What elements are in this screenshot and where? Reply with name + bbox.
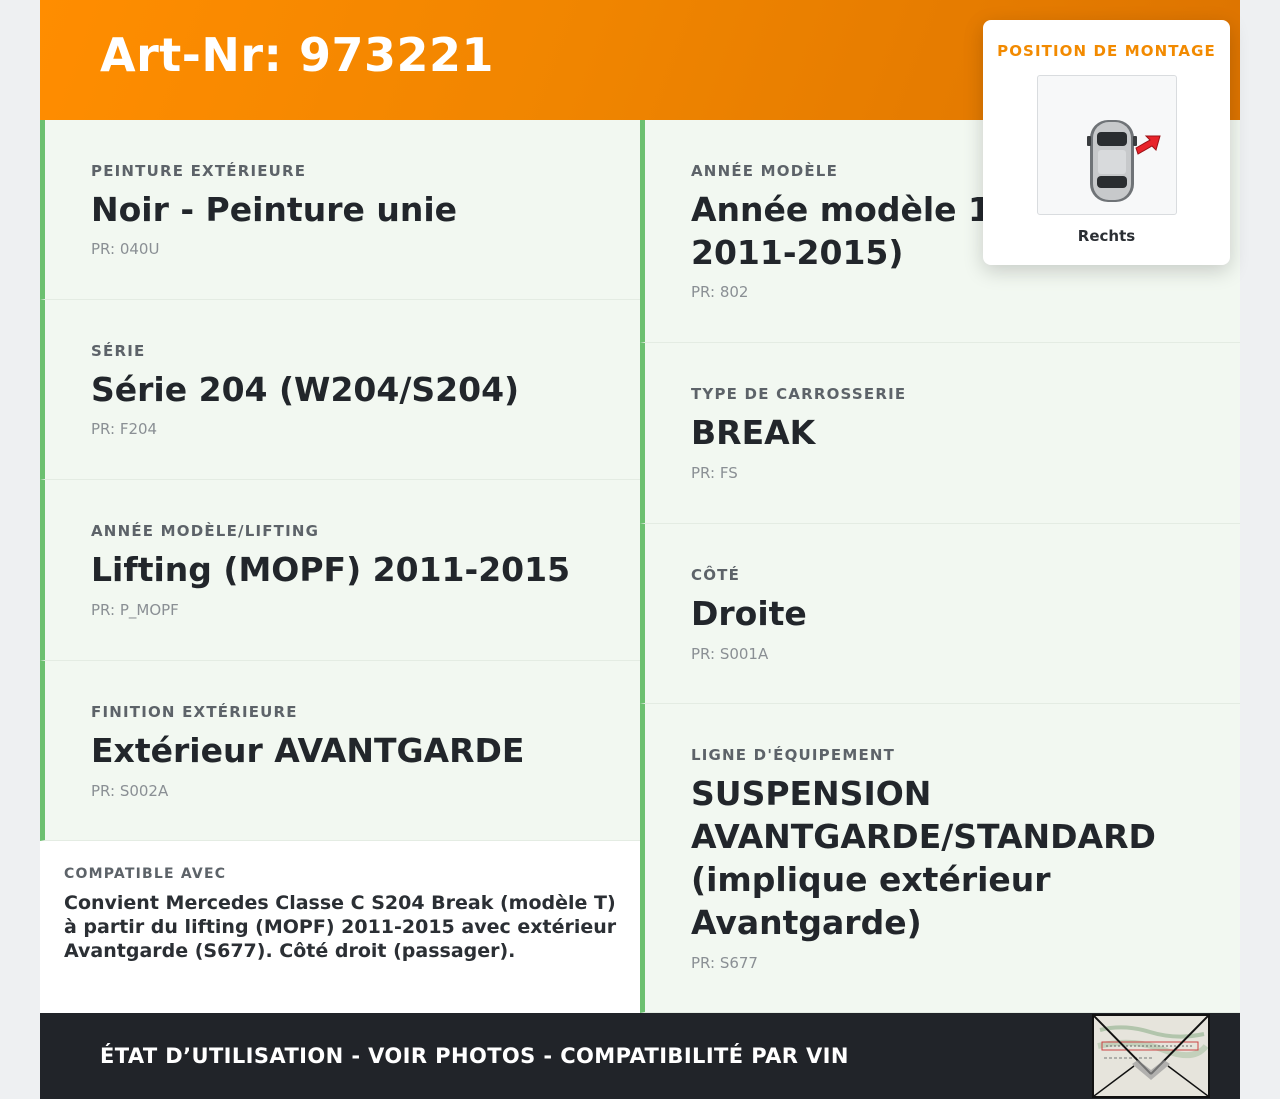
footer-bar: ÉTAT D’UTILISATION - VOIR PHOTOS - COMPA…	[40, 1013, 1240, 1099]
mount-position-image[interactable]	[1037, 75, 1177, 215]
attribute-value: Droite	[691, 594, 807, 633]
attribute-label: TYPE DE CARROSSERIE	[691, 385, 907, 403]
attribute-label: ANNÉE MODÈLE/LIFTING	[91, 522, 320, 540]
compatibility-text: Convient Mercedes Classe C S204 Break (m…	[64, 892, 617, 962]
attribute-value: Extérieur AVANTGARDE	[91, 731, 525, 770]
attribute-value: BREAK	[691, 413, 816, 452]
attribute-cell: PEINTURE EXTÉRIEURE Noir - Peinture unie…	[40, 120, 640, 300]
article-number-title: Art-Nr: 973221	[100, 28, 495, 82]
attribute-label: ANNÉE MODÈLE	[691, 162, 839, 180]
mount-position-popup: POSITION DE MONTAGE Rechts	[983, 20, 1230, 265]
attribute-value: Année modèle 11/ 2011-2015)	[691, 190, 1026, 272]
attribute-value: Lifting (MOPF) 2011-2015	[91, 550, 571, 589]
attribute-code: PR: P_MOPF	[91, 601, 179, 619]
document-thumbnail[interactable]	[1092, 1014, 1210, 1098]
attribute-label: PEINTURE EXTÉRIEURE	[91, 162, 307, 180]
attribute-code: PR: F204	[91, 420, 158, 438]
attribute-cell: ANNÉE MODÈLE/LIFTING Lifting (MOPF) 2011…	[40, 480, 640, 661]
attribute-cell: TYPE DE CARROSSERIE BREAK PR: FS	[640, 343, 1240, 524]
attribute-label: FINITION EXTÉRIEURE	[91, 703, 298, 721]
attribute-label: SÉRIE	[91, 342, 146, 360]
mount-position-caption: Rechts	[1077, 227, 1136, 245]
mount-position-title: POSITION DE MONTAGE	[997, 42, 1216, 60]
attribute-code: PR: S677	[691, 954, 758, 972]
attribute-value: Série 204 (W204/S204)	[91, 370, 520, 409]
attribute-code: PR: FS	[691, 464, 738, 482]
attribute-cell: CÔTÉ Droite PR: S001A	[640, 524, 1240, 704]
attribute-cell: SÉRIE Série 204 (W204/S204) PR: F204	[40, 300, 640, 480]
attribute-code: PR: S002A	[91, 782, 169, 800]
attribute-code: PR: 040U	[91, 240, 160, 258]
document-image	[1093, 1015, 1209, 1097]
attribute-label: CÔTÉ	[691, 566, 741, 584]
compatibility-box: COMPATIBLE AVEC Convient Mercedes Classe…	[40, 841, 640, 1013]
compatibility-label: COMPATIBLE AVEC	[64, 866, 227, 882]
attribute-cell: FINITION EXTÉRIEURE Extérieur AVANTGARDE…	[40, 661, 640, 841]
attribute-value: Noir - Peinture unie	[91, 190, 458, 229]
attribute-value: SUSPENSION AVANTGARDE/STANDARD (implique…	[691, 774, 1156, 942]
attribute-column-left: PEINTURE EXTÉRIEURE Noir - Peinture unie…	[40, 120, 640, 841]
attribute-code: PR: S001A	[691, 645, 769, 663]
attribute-code: PR: 802	[691, 283, 749, 301]
attribute-cell: LIGNE D'ÉQUIPEMENT SUSPENSION AVANTGARDE…	[640, 704, 1240, 1013]
car-top-view-icon	[1087, 120, 1161, 202]
footer-text: ÉTAT D’UTILISATION - VOIR PHOTOS - COMPA…	[100, 1044, 849, 1068]
attribute-label: LIGNE D'ÉQUIPEMENT	[691, 746, 896, 764]
